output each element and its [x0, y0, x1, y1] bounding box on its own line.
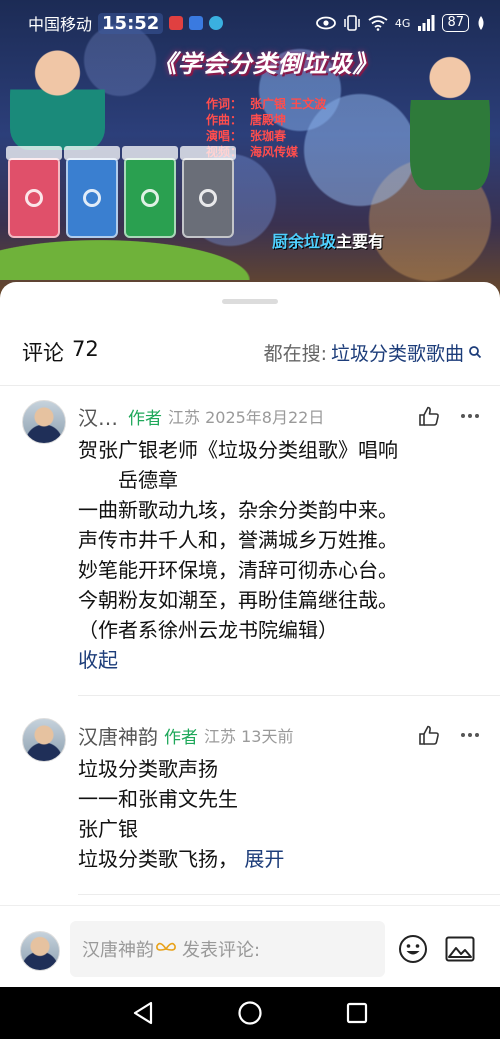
- search-icon: [469, 346, 482, 359]
- back-button[interactable]: [128, 998, 158, 1028]
- signal-icon: [418, 15, 435, 31]
- author-tag: 作者: [164, 727, 198, 748]
- comment-meta: 江苏 2025年8月22日: [168, 408, 325, 427]
- recents-square-icon: [346, 1002, 367, 1024]
- collapse-link[interactable]: 收起: [78, 645, 480, 675]
- thumbs-up-icon[interactable]: [418, 725, 440, 745]
- clock: 15:52: [98, 12, 164, 34]
- network-type-label: 4G: [394, 16, 411, 30]
- credit-line: 演唱： 张珈春: [206, 129, 287, 143]
- grass-illustration: [0, 240, 250, 280]
- video-lyric: 厨余垃圾主要有: [272, 232, 385, 251]
- comment-sheet: 评论 72 都在搜: 垃圾分类歌歌曲 汉… 作者 江苏 2025年8月22日 贺…: [0, 282, 500, 987]
- home-circle-icon: [238, 1001, 262, 1025]
- image-icon[interactable]: [445, 936, 475, 962]
- wifi-icon: [368, 15, 388, 31]
- expand-link[interactable]: 展开: [244, 847, 284, 871]
- comment-header-row: 汉… 作者 江苏 2025年8月22日: [78, 402, 480, 430]
- green-bin-icon: [122, 146, 178, 238]
- app-notification-icon: [209, 16, 224, 30]
- credit-line: 作曲： 唐殿坤: [206, 113, 287, 127]
- gray-bin-icon: [180, 146, 236, 238]
- thumbs-up-icon[interactable]: [418, 406, 440, 426]
- red-bin-icon: [6, 146, 62, 238]
- girl-illustration: [410, 40, 490, 190]
- leaf-icon: [478, 16, 484, 30]
- emoji-icon[interactable]: [398, 934, 428, 964]
- search-suggestion[interactable]: 都在搜: 垃圾分类歌歌曲: [264, 339, 482, 366]
- home-button[interactable]: [235, 998, 265, 1028]
- trash-bins-illustration: [6, 146, 236, 238]
- vibrate-icon: [344, 15, 360, 31]
- divider: [0, 385, 500, 386]
- comment-username[interactable]: 汉唐神韵: [78, 721, 158, 750]
- app-notification-icon: [189, 16, 204, 30]
- comment-text: 贺张广银老师《垃圾分类组歌》唱响 岳德章 一曲新歌动九垓，杂余分类韵中来。 声传…: [78, 435, 480, 675]
- girl-illustration: [10, 40, 105, 150]
- comment-input-bar: 汉唐神韵 发表评论:: [0, 905, 500, 987]
- comment-placeholder: 发表评论:: [182, 940, 261, 961]
- comment-header: 评论 72 都在搜: 垃圾分类歌歌曲: [22, 332, 482, 372]
- eye-icon: [316, 16, 336, 30]
- recents-button[interactable]: [342, 998, 372, 1028]
- more-icon[interactable]: [460, 732, 480, 738]
- avatar[interactable]: [22, 718, 66, 762]
- butterfly-icon: [156, 942, 176, 951]
- avatar[interactable]: [22, 400, 66, 444]
- comment-meta: 江苏 13天前: [204, 727, 294, 746]
- blue-bin-icon: [64, 146, 120, 238]
- back-triangle-icon: [134, 1001, 153, 1025]
- current-username: 汉唐神韵: [82, 940, 154, 961]
- battery-indicator: 87: [442, 14, 469, 32]
- comment-header-row: 汉唐神韵 作者 江苏 13天前: [78, 721, 480, 749]
- avatar[interactable]: [20, 931, 60, 971]
- comment-input[interactable]: 汉唐神韵 发表评论:: [70, 921, 385, 977]
- author-tag: 作者: [128, 408, 162, 429]
- divider: [78, 894, 500, 895]
- system-nav-bar: [0, 987, 500, 1039]
- status-bar: 中国移动 15:52 4G 87: [28, 10, 486, 36]
- video-song-title: 《学会分类倒垃圾》: [152, 49, 378, 78]
- more-icon[interactable]: [460, 413, 480, 419]
- comment-text: 垃圾分类歌声扬 一一和张甫文先生 张广银 垃圾分类歌飞扬， 展开: [78, 757, 285, 871]
- carrier-label: 中国移动: [28, 15, 93, 34]
- comment-count: 评论 72: [22, 337, 99, 365]
- divider: [78, 695, 500, 696]
- app-notification-icon: [169, 16, 184, 30]
- credit-line: 作词： 张广银 王文波: [206, 97, 327, 111]
- video-player[interactable]: 中国移动 15:52 4G 87 《学会分类倒垃圾》 作词： 张广银 王文波 作曲…: [0, 0, 500, 300]
- sheet-drag-handle[interactable]: [222, 299, 278, 304]
- comment-username[interactable]: 汉…: [78, 402, 118, 431]
